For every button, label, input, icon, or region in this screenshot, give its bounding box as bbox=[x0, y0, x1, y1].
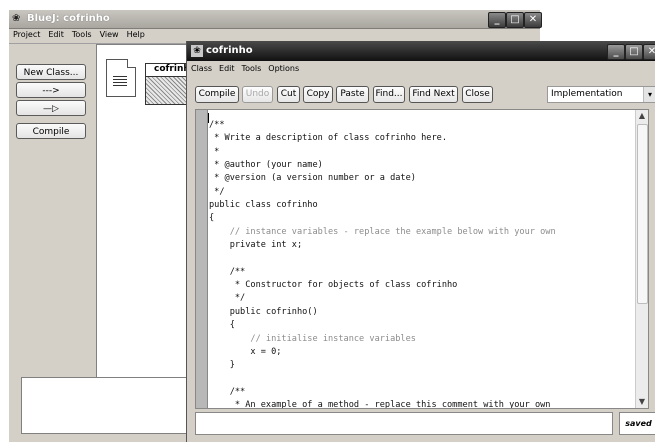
scroll-down-icon[interactable]: ▼ bbox=[636, 396, 648, 408]
find-button[interactable]: Find... bbox=[373, 86, 405, 103]
uses-arrow-button[interactable]: ---> bbox=[16, 82, 86, 98]
main-title-bar[interactable]: ❀ BlueJ: cofrinho _ □ ✕ bbox=[9, 10, 542, 29]
menu-tools[interactable]: Tools bbox=[68, 29, 96, 39]
source-code[interactable]: /** * Write a description of class cofri… bbox=[209, 119, 556, 409]
code-line: * @version (a version number or a date) bbox=[209, 173, 416, 184]
code-line: * Write a description of class cofrinho … bbox=[209, 133, 447, 144]
code-line: x = 0; bbox=[209, 346, 282, 357]
minimize-icon[interactable]: _ bbox=[488, 12, 506, 28]
code-line: { bbox=[209, 320, 235, 331]
close-icon[interactable]: ✕ bbox=[643, 44, 655, 60]
inherits-arrow-button[interactable]: —▷ bbox=[16, 100, 86, 116]
menu-view[interactable]: View bbox=[96, 29, 123, 39]
code-line: * bbox=[209, 146, 220, 157]
tool-panel: New Class... ---> —▷ Compile bbox=[10, 44, 94, 403]
compile-button[interactable]: Compile bbox=[195, 86, 239, 103]
editor-toolbar: Compile Undo Cut Copy Paste Find... Find… bbox=[187, 81, 655, 107]
object-bench[interactable] bbox=[21, 377, 203, 434]
code-line: private int x; bbox=[209, 240, 303, 251]
menu-help[interactable]: Help bbox=[123, 29, 149, 39]
scroll-up-icon[interactable]: ▲ bbox=[636, 110, 648, 122]
menu-project[interactable]: Project bbox=[9, 29, 44, 39]
menu-class[interactable]: Class bbox=[187, 62, 215, 73]
view-select-value: Implementation bbox=[551, 89, 623, 99]
code-line: * Constructor for objects of class cofri… bbox=[209, 280, 458, 291]
minimize-icon[interactable]: _ bbox=[607, 44, 625, 60]
editor-window: ❀ cofrinho _ □ ✕ Class Edit Tools Options C… bbox=[186, 41, 655, 442]
code-line: // instance variables - replace the exam… bbox=[209, 226, 556, 237]
find-next-button[interactable]: Find Next bbox=[409, 86, 458, 103]
maximize-icon[interactable]: □ bbox=[506, 12, 524, 28]
cut-button[interactable]: Cut bbox=[277, 86, 300, 103]
editor-title-bar[interactable]: ❀ cofrinho _ □ ✕ bbox=[187, 41, 655, 61]
code-line: } bbox=[209, 360, 235, 371]
menu-edit[interactable]: Edit bbox=[215, 62, 238, 73]
chevron-down-icon[interactable]: ▾ bbox=[643, 87, 655, 102]
copy-button[interactable]: Copy bbox=[303, 86, 333, 103]
close-icon[interactable]: ✕ bbox=[524, 12, 542, 28]
code-line: // initialise instance variables bbox=[209, 333, 416, 344]
status-bar bbox=[195, 412, 613, 435]
code-line: */ bbox=[209, 186, 225, 197]
view-select[interactable]: Implementation ▾ bbox=[547, 86, 655, 103]
editor-menu-bar: Class Edit Tools Options bbox=[187, 62, 655, 76]
document-icon[interactable] bbox=[106, 59, 136, 97]
new-class-button[interactable]: New Class... bbox=[16, 64, 86, 80]
saved-status-badge: saved bbox=[619, 412, 655, 435]
vertical-scrollbar[interactable]: ▲ ▼ bbox=[635, 110, 648, 408]
close-button[interactable]: Close bbox=[462, 86, 493, 103]
menu-options[interactable]: Options bbox=[264, 62, 302, 73]
bluej-logo-icon: ❀ bbox=[12, 13, 21, 24]
maximize-icon[interactable]: □ bbox=[625, 44, 643, 60]
code-line: /** bbox=[209, 386, 246, 397]
menu-edit[interactable]: Edit bbox=[44, 29, 68, 39]
scroll-thumb[interactable] bbox=[637, 124, 648, 304]
compile-project-button[interactable]: Compile bbox=[16, 123, 86, 139]
code-line: */ bbox=[209, 293, 246, 304]
breakpoint-gutter[interactable] bbox=[196, 110, 208, 408]
code-line: * @author (your name) bbox=[209, 160, 323, 171]
bluej-logo-icon: ❀ bbox=[191, 45, 203, 57]
code-editor[interactable]: /** * Write a description of class cofri… bbox=[195, 109, 649, 409]
code-line: public cofrinho() bbox=[209, 306, 318, 317]
undo-button: Undo bbox=[242, 86, 273, 103]
code-line: * An example of a method - replace this … bbox=[209, 400, 551, 409]
main-window-title: BlueJ: cofrinho bbox=[27, 13, 110, 24]
code-line: /** bbox=[209, 266, 246, 277]
code-line: { bbox=[209, 213, 215, 224]
code-line: /** bbox=[209, 120, 225, 130]
menu-tools[interactable]: Tools bbox=[238, 62, 265, 73]
code-line: public class cofrinho bbox=[209, 200, 318, 211]
editor-title: cofrinho bbox=[206, 45, 253, 56]
paste-button[interactable]: Paste bbox=[336, 86, 369, 103]
